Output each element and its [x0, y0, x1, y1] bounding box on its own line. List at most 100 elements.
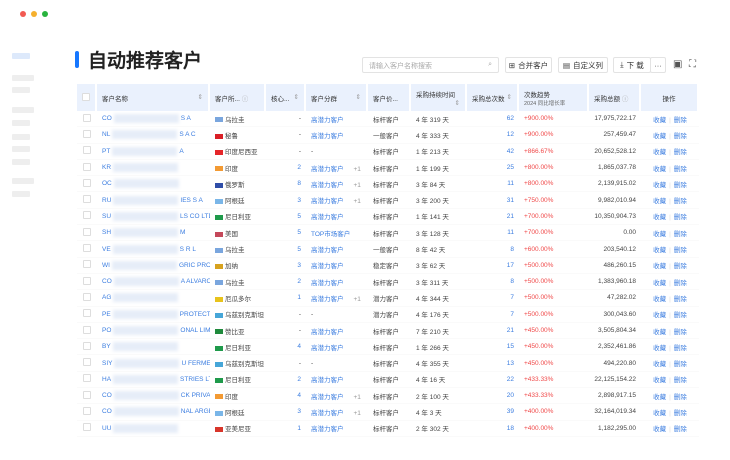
row-checkbox[interactable] — [77, 404, 97, 421]
delete-link[interactable]: 删除 — [674, 133, 687, 140]
favorite-link[interactable]: 收藏 — [653, 345, 666, 352]
row-checkbox[interactable] — [77, 258, 97, 274]
row-checkbox[interactable] — [77, 111, 97, 128]
table-row[interactable]: SIYU FERMER XO... 乌兹别克斯坦 - - 标杆客户 4 年 35… — [77, 355, 699, 372]
purchase-count[interactable]: 31 — [467, 192, 519, 209]
delete-link[interactable]: 删除 — [674, 361, 687, 368]
core-count[interactable]: - — [266, 127, 306, 144]
favorite-link[interactable]: 收藏 — [653, 377, 666, 384]
table-row[interactable]: KR 印度 2 高潜力客户 +1 标杆客户 1 年 199 天 25 +800.0… — [77, 160, 699, 177]
customer-group[interactable]: 高潜力客户 — [306, 274, 368, 291]
row-checkbox[interactable] — [77, 421, 97, 437]
core-count[interactable]: - — [266, 323, 306, 340]
customer-group[interactable]: 高潜力客户 — [306, 209, 368, 226]
delete-link[interactable]: 删除 — [674, 296, 687, 303]
favorite-link[interactable]: 收藏 — [653, 410, 666, 417]
fullscreen-icon[interactable]: ⛶ — [689, 59, 696, 70]
table-row[interactable]: BY 尼日利亚 4 高潜力客户 标杆客户 1 年 266 天 15 +450.0… — [77, 339, 699, 356]
purchase-count[interactable]: 62 — [467, 111, 519, 128]
col-group[interactable]: 客户分群 ⇕ — [306, 84, 368, 111]
purchase-count[interactable]: 17 — [467, 258, 519, 274]
sidebar-item[interactable] — [12, 107, 34, 113]
delete-link[interactable]: 删除 — [674, 231, 687, 238]
delete-link[interactable]: 删除 — [674, 394, 687, 401]
favorite-link[interactable]: 收藏 — [653, 231, 666, 238]
sidebar-item-active[interactable] — [12, 53, 30, 59]
minimize-dot[interactable] — [31, 11, 37, 17]
row-checkbox[interactable] — [77, 339, 97, 356]
core-count[interactable]: 5 — [266, 241, 306, 258]
customer-group[interactable]: 高潜力客户 — [306, 111, 368, 128]
customer-name[interactable]: NL S A C — [97, 127, 210, 144]
delete-link[interactable]: 删除 — [674, 280, 687, 287]
core-count[interactable]: 3 — [266, 258, 306, 274]
table-row[interactable]: POONAL LIMITED 赞比亚 - 高潜力客户 标杆客户 7 年 210 … — [77, 323, 699, 340]
table-row[interactable]: CO S A 乌拉圭 - 高潜力客户 标杆客户 4 年 319 天 62 +900… — [77, 111, 699, 128]
sidebar-item[interactable] — [12, 178, 34, 184]
customer-group[interactable]: 高潜力客户 — [306, 241, 368, 258]
purchase-count[interactable]: 8 — [467, 274, 519, 291]
row-checkbox[interactable] — [77, 144, 97, 160]
customer-name[interactable]: SH M — [97, 225, 210, 242]
more-button[interactable]: ··· — [650, 57, 666, 73]
delete-link[interactable]: 删除 — [674, 329, 687, 336]
customer-group[interactable]: 高潜力客户 — [306, 339, 368, 356]
customer-name[interactable]: KR — [97, 160, 210, 177]
delete-link[interactable]: 删除 — [674, 117, 687, 124]
favorite-link[interactable]: 收藏 — [653, 296, 666, 303]
delete-link[interactable]: 删除 — [674, 345, 687, 352]
customer-name[interactable]: COA ALVARO RA... — [97, 274, 210, 291]
favorite-link[interactable]: 收藏 — [653, 182, 666, 189]
col-value[interactable]: 客户价... — [368, 84, 411, 111]
favorite-link[interactable]: 收藏 — [653, 133, 666, 140]
row-checkbox[interactable] — [77, 355, 97, 372]
table-row[interactable]: HASTRIES LTD 尼日利亚 2 高潜力客户 标杆客户 4 年 16 天 … — [77, 372, 699, 389]
delete-link[interactable]: 删除 — [674, 149, 687, 156]
core-count[interactable]: - — [266, 144, 306, 160]
customer-name[interactable]: RU IES S A — [97, 192, 210, 209]
table-row[interactable]: COA ALVARO RA... 乌拉圭 2 高潜力客户 标杆客户 3 年 31… — [77, 274, 699, 291]
customer-name[interactable]: POONAL LIMITED — [97, 323, 210, 340]
download-button[interactable]: ⤓ 下 载 — [613, 57, 651, 73]
core-count[interactable]: 1 — [266, 290, 306, 307]
row-checkbox[interactable] — [77, 274, 97, 291]
table-row[interactable]: PEPROTECTION ... 乌兹别克斯坦 - - 潜力客户 4 年 176… — [77, 307, 699, 323]
table-row[interactable]: VE S R L 乌拉圭 5 高潜力客户 一般客户 8 年 42 天 8 +600… — [77, 241, 699, 258]
core-count[interactable]: 5 — [266, 209, 306, 226]
customer-group[interactable]: TOP市场客户 — [306, 225, 368, 242]
customer-group[interactable]: 高潜力客户 +1 — [306, 404, 368, 421]
table-row[interactable]: UU 亚美尼亚 1 高潜力客户 标杆客户 2 年 302 天 18 +400.0… — [77, 421, 699, 437]
core-count[interactable]: 4 — [266, 339, 306, 356]
row-checkbox[interactable] — [77, 225, 97, 242]
purchase-count[interactable]: 21 — [467, 323, 519, 340]
customer-name[interactable]: CO S A — [97, 111, 210, 128]
row-checkbox[interactable] — [77, 307, 97, 323]
delete-link[interactable]: 删除 — [674, 182, 687, 189]
core-count[interactable]: 8 — [266, 176, 306, 193]
table-row[interactable]: PT A 印度尼西亚 - - 标杆客户 1 年 213 天 42 +866.67%… — [77, 144, 699, 160]
customer-group[interactable]: 高潜力客户 — [306, 127, 368, 144]
core-count[interactable]: 4 — [266, 388, 306, 405]
purchase-count[interactable]: 25 — [467, 160, 519, 177]
customer-group[interactable]: 高潜力客户 — [306, 323, 368, 340]
customer-name[interactable]: SU LS CO LTD — [97, 209, 210, 226]
table-row[interactable]: SH M 美国 5 TOP市场客户 标杆客户 3 年 128 天 11 +700.… — [77, 225, 699, 242]
table-row[interactable]: OC 俄罗斯 8 高潜力客户 +1 标杆客户 3 年 84 天 11 +800.0… — [77, 176, 699, 193]
customer-group[interactable]: - — [306, 144, 368, 160]
row-checkbox[interactable] — [77, 127, 97, 144]
customer-name[interactable]: CONAL ARGENTI... — [97, 404, 210, 421]
customer-group[interactable]: 高潜力客户 +1 — [306, 176, 368, 193]
customer-name[interactable]: UU — [97, 421, 210, 437]
delete-link[interactable]: 删除 — [674, 263, 687, 270]
core-count[interactable]: 1 — [266, 421, 306, 437]
customer-name[interactable]: HASTRIES LTD — [97, 372, 210, 389]
favorite-link[interactable]: 收藏 — [653, 263, 666, 270]
purchase-count[interactable]: 13 — [467, 355, 519, 372]
table-row[interactable]: NL S A C 秘鲁 - 高潜力客户 一般客户 4 年 333 天 12 +90… — [77, 127, 699, 144]
core-count[interactable]: - — [266, 111, 306, 128]
purchase-count[interactable]: 21 — [467, 209, 519, 226]
customer-name[interactable]: BY — [97, 339, 210, 356]
delete-link[interactable]: 删除 — [674, 198, 687, 205]
purchase-count[interactable]: 8 — [467, 241, 519, 258]
favorite-link[interactable]: 收藏 — [653, 166, 666, 173]
